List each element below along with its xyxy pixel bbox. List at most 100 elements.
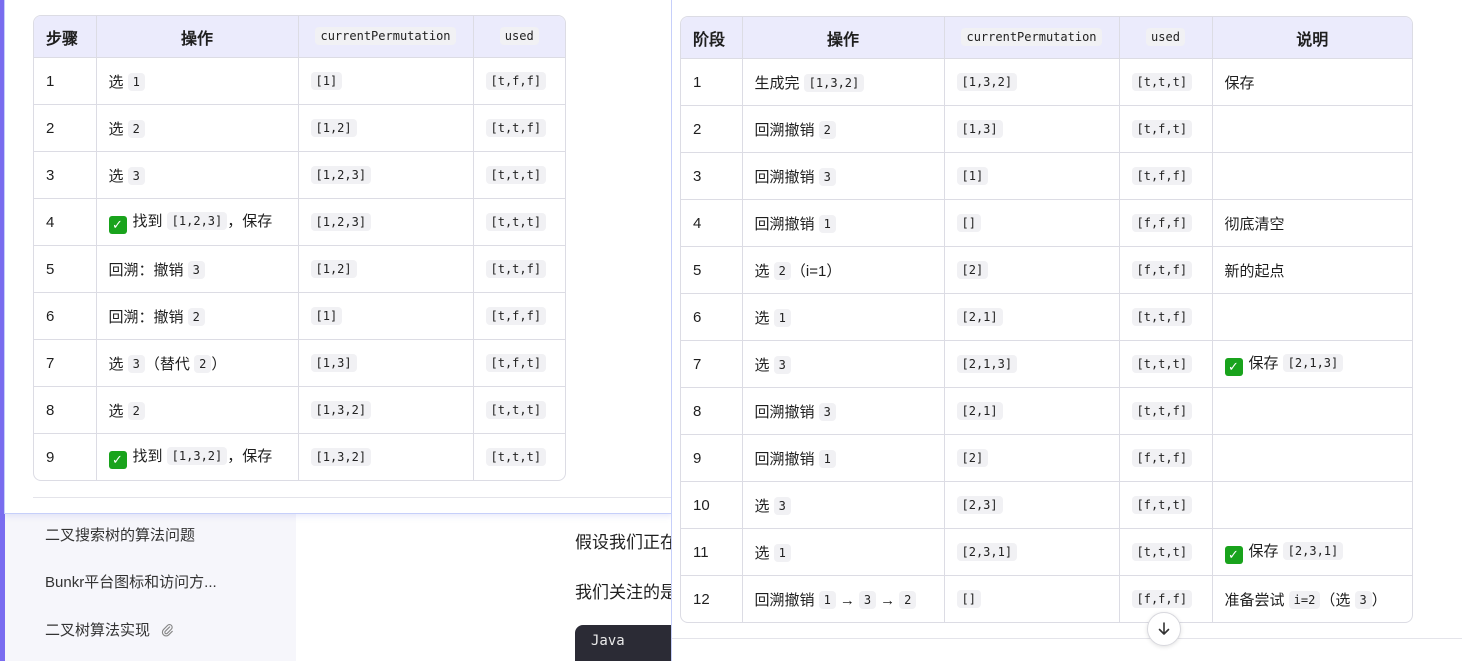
inline-code: [2,1,3] xyxy=(1282,354,1344,372)
cell-text: 选 xyxy=(108,120,128,138)
inline-code: [1,3,2] xyxy=(310,448,372,466)
cell-used: [t,t,f] xyxy=(1119,387,1213,435)
cell-text: 回溯撤销 xyxy=(754,121,819,139)
cell-text: 选 xyxy=(754,544,774,562)
cell-text: 8 xyxy=(46,401,55,419)
inline-code: [1,3,2] xyxy=(956,73,1018,91)
cell-text: 5 xyxy=(46,260,55,278)
table-row: 7 选 3 （替代 2） [1,3] [t,f,t] xyxy=(34,339,565,387)
cell-text: 回溯撤销 xyxy=(754,403,819,421)
cell-permutation: [1] xyxy=(298,292,474,340)
inline-code: 3 xyxy=(187,260,205,279)
paperclip-icon xyxy=(162,624,174,637)
table-row: 6 选 1 [2,1] [t,t,f] xyxy=(681,293,1412,341)
cell-text: 保存 xyxy=(1248,543,1283,560)
cell-text: 回溯撤销 xyxy=(754,450,819,468)
inline-code: [f,t,f] xyxy=(1131,261,1193,279)
history-item-1[interactable]: Bunkr平台图标和访问方... xyxy=(45,571,217,592)
inline-code: [t,t,f] xyxy=(485,260,547,278)
cell-text: 选 xyxy=(754,309,774,327)
popup-panel-left: 步骤 操作 currentPermutation used 1选 1 [1] [t,… xyxy=(4,0,673,514)
inline-code: [2,1] xyxy=(956,308,1003,326)
cell-note: 彻底清空 xyxy=(1212,199,1412,247)
cell-operation: 回溯撤销 2 xyxy=(742,105,945,153)
column-header-note: 说明 xyxy=(1212,17,1412,59)
cell-note: ✓ 保存 [2,1,3] xyxy=(1212,340,1412,388)
cell-permutation: [2,1] xyxy=(944,387,1120,435)
inline-code: [1,3] xyxy=(310,354,357,372)
cell-operation: 选 1 xyxy=(742,293,945,341)
history-item-label: 二叉树算法实现 xyxy=(45,622,151,639)
inline-code: [f,t,t] xyxy=(1131,496,1193,514)
inline-code: [t,f,t] xyxy=(485,354,547,372)
cell-text: 10 xyxy=(693,496,710,514)
cell-used: [t,t,t] xyxy=(1119,58,1213,106)
inline-code: [] xyxy=(956,590,981,608)
cell-step: 5 xyxy=(34,245,97,293)
inline-code: [1,3] xyxy=(956,120,1003,138)
cell-used: [t,t,t] xyxy=(473,198,565,246)
inline-code: [f,f,f] xyxy=(1131,590,1193,608)
cell-text: 选 xyxy=(108,167,128,185)
cell-permutation: [2,3] xyxy=(944,481,1120,529)
cell-used: [t,t,f] xyxy=(1119,293,1213,341)
cell-text: 6 xyxy=(693,308,702,326)
table-row: 4 回溯撤销 1 [] [f,f,f] 彻底清空 xyxy=(681,199,1412,247)
cell-operation: 选 1 xyxy=(96,57,299,105)
cell-text: 6 xyxy=(46,307,55,325)
inline-code: [t,t,f] xyxy=(485,119,547,137)
history-item-2[interactable]: 二叉树算法实现 xyxy=(45,619,174,640)
divider xyxy=(672,638,1462,639)
cell-text: （选 xyxy=(1320,591,1355,609)
cell-operation: 回溯撤销 1 xyxy=(742,199,945,247)
cell-permutation: [2] xyxy=(944,434,1120,482)
cell-text: 11 xyxy=(693,543,709,561)
inline-code: [t,t,t] xyxy=(1131,543,1193,561)
cell-step: 4 xyxy=(681,199,743,247)
cell-permutation: [] xyxy=(944,575,1120,622)
cell-step: 6 xyxy=(34,292,97,340)
column-header-step: 步骤 xyxy=(34,16,97,58)
cell-permutation: [1,2] xyxy=(298,245,474,293)
table-row: 8 选 2 [1,3,2] [t,t,t] xyxy=(34,386,565,434)
cell-used: [t,f,t] xyxy=(473,339,565,387)
cell-permutation: [1,3,2] xyxy=(298,433,474,480)
inline-code: [t,t,t] xyxy=(485,166,547,184)
cell-permutation: [1,3,2] xyxy=(298,386,474,434)
cell-used: [t,t,t] xyxy=(1119,528,1213,576)
cell-operation: 回溯撤销 1 xyxy=(742,434,945,482)
cell-text: 8 xyxy=(693,402,702,420)
column-header-permutation: currentPermutation xyxy=(298,16,474,58)
table-row: 8 回溯撤销 3 [2,1] [t,t,f] xyxy=(681,387,1412,435)
check-mark-icon: ✓ xyxy=(108,216,127,234)
cell-text: 回溯：撤销 xyxy=(108,308,188,326)
inline-code: [2] xyxy=(956,449,989,467)
cell-text: 选 xyxy=(754,356,774,374)
cell-permutation: [1,2] xyxy=(298,104,474,152)
cell-text: 彻底清空 xyxy=(1224,215,1285,233)
cell-text: 5 xyxy=(693,261,702,279)
inline-code: [t,t,t] xyxy=(1131,73,1193,91)
inline-code: 1 xyxy=(773,308,791,327)
cell-text: 选 xyxy=(754,497,774,515)
cell-permutation: [1,2,3] xyxy=(298,198,474,246)
cell-text: 回溯撤销 xyxy=(754,168,819,186)
message-text-line: 我们关注的是 xyxy=(575,583,677,602)
cell-text: 生成完 xyxy=(754,74,804,92)
cell-text: 9 xyxy=(693,449,702,467)
cell-operation: 选 3 （替代 2） xyxy=(96,339,299,387)
check-mark-icon: ✓ xyxy=(1224,358,1243,376)
cell-step: 3 xyxy=(681,152,743,200)
inline-code: [] xyxy=(956,214,981,232)
cell-used: [f,t,f] xyxy=(1119,434,1213,482)
inline-code: 1 xyxy=(818,214,836,233)
history-item-0[interactable]: 二叉搜索树的算法问题 xyxy=(45,524,195,545)
cell-operation: 回溯撤销 1 → 3 → 2 xyxy=(742,575,945,622)
table-row: 5 回溯：撤销 3 [1,2] [t,t,f] xyxy=(34,245,565,293)
cell-permutation: [2,3,1] xyxy=(944,528,1120,576)
arrow-right-icon: → xyxy=(839,591,855,609)
scroll-to-bottom-button[interactable] xyxy=(1147,612,1181,646)
inline-code: 2 xyxy=(899,590,917,609)
cell-used: [t,t,t] xyxy=(1119,340,1213,388)
inline-code: [1,2,3] xyxy=(166,212,228,230)
